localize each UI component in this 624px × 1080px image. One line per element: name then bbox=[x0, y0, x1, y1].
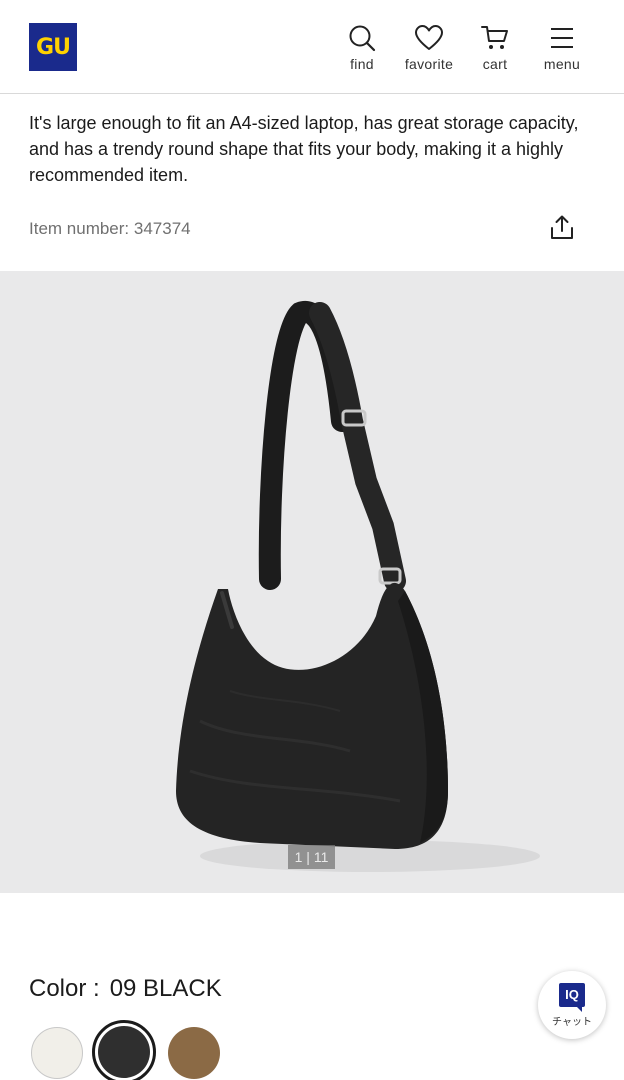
product-image-gallery[interactable]: 1 | 11 bbox=[0, 271, 624, 893]
nav-cart-label: cart bbox=[482, 56, 508, 72]
chat-label: チャット bbox=[552, 1016, 592, 1028]
heart-icon bbox=[415, 25, 443, 50]
search-icon bbox=[349, 25, 376, 52]
nav-favorite-button[interactable]: favorite bbox=[400, 24, 458, 76]
item-number: Item number: 347374 bbox=[29, 219, 191, 238]
nav-find-label: find bbox=[350, 56, 374, 72]
hamburger-menu-icon bbox=[551, 28, 573, 48]
share-button[interactable] bbox=[548, 214, 576, 242]
share-icon bbox=[551, 215, 573, 239]
chat-button[interactable]: IQ チャット bbox=[538, 971, 606, 1039]
product-description: It's large enough to fit an A4-sized lap… bbox=[29, 113, 579, 185]
image-counter: 1 | 11 bbox=[288, 845, 335, 869]
color-label: Color : bbox=[29, 975, 100, 1002]
gu-logo[interactable]: GU bbox=[29, 23, 77, 71]
color-swatch-brown[interactable] bbox=[168, 1027, 220, 1079]
site-header: GU find favorite cart menu bbox=[0, 0, 624, 94]
color-swatch-off-white[interactable] bbox=[31, 1027, 83, 1079]
nav-menu-button[interactable]: menu bbox=[538, 24, 586, 76]
cart-icon bbox=[481, 26, 508, 49]
nav-menu-label: menu bbox=[543, 56, 581, 72]
product-image bbox=[176, 301, 540, 872]
color-swatch-black[interactable] bbox=[98, 1026, 150, 1078]
color-value: 09 BLACK bbox=[109, 975, 222, 1002]
nav-favorite-label: favorite bbox=[404, 56, 454, 72]
color-selection-label: Color : 09 BLACK bbox=[29, 975, 222, 1003]
nav-cart-button[interactable]: cart bbox=[474, 24, 516, 76]
logo-text: GU bbox=[36, 34, 71, 60]
nav-find-button[interactable]: find bbox=[340, 24, 384, 76]
chat-iq-icon: IQ bbox=[559, 982, 585, 1012]
